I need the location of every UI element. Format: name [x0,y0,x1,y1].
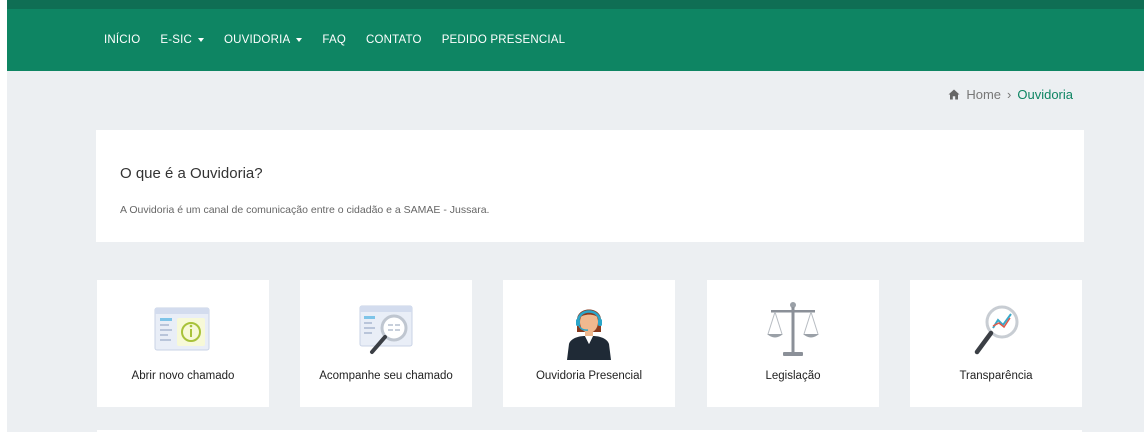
tile-new-ticket[interactable]: Abrir novo chamado [97,280,269,407]
breadcrumb-home-link[interactable]: Home [966,87,1001,102]
nav-inicio[interactable]: INÍCIO [104,34,140,46]
tile-label: Acompanhe seu chamado [319,370,453,382]
caret-down-icon [198,38,205,42]
breadcrumb-separator: › [1007,87,1012,102]
navbar: INÍCIO E-SIC OUVIDORIA FAQ CONTATO PEDID… [7,9,1144,71]
tile-label: Ouvidoria Presencial [535,370,643,382]
magnifier-chart-icon [974,305,1019,355]
nav-faq[interactable]: FAQ [322,34,346,46]
track-ticket-icon [359,305,413,354]
page-title: O que é a Ouvidoria? [120,165,263,182]
nav-pedido-presencial[interactable]: PEDIDO PRESENCIAL [442,34,566,46]
nav-inicio-label: INÍCIO [104,34,141,46]
nav-contato[interactable]: CONTATO [366,34,422,46]
tile-track-ticket[interactable]: Acompanhe seu chamado [300,280,472,407]
breadcrumb: Home › Ouvidoria [948,87,1073,102]
page-frame: INÍCIO E-SIC OUVIDORIA FAQ CONTATO PEDID… [7,0,1144,432]
breadcrumb-current: Ouvidoria [1017,87,1073,102]
nav-contato-label: CONTATO [365,34,422,46]
caret-down-icon [296,38,303,42]
nav-esic[interactable]: E-SIC [160,34,205,46]
nav-ouvidoria[interactable]: OUVIDORIA [224,34,303,46]
nav-pedido-presencial-label: PEDIDO PRESENCIAL [441,34,566,46]
home-icon [948,89,960,100]
tile-in-person[interactable]: Ouvidoria Presencial [503,280,675,407]
tile-label: Transparência [959,370,1033,382]
new-ticket-icon [154,307,210,351]
tile-label: Legislação [765,370,821,382]
tile-transparency[interactable]: Transparência [910,280,1082,407]
tile-legislation[interactable]: Legislação [707,280,879,407]
nav-esic-label: E-SIC [160,34,193,46]
info-card: O que é a Ouvidoria? A Ouvidoria é um ca… [96,130,1084,242]
top-accent-bar [7,0,1144,9]
info-description: A Ouvidoria é um canal de comunicação en… [120,204,490,216]
nav-ouvidoria-label: OUVIDORIA [224,34,291,46]
tile-label: Abrir novo chamado [131,370,235,382]
scales-icon [767,302,819,356]
main-nav: INÍCIO E-SIC OUVIDORIA FAQ CONTATO PEDID… [104,9,565,71]
nav-faq-label: FAQ [322,34,346,46]
attendant-icon [567,309,611,360]
